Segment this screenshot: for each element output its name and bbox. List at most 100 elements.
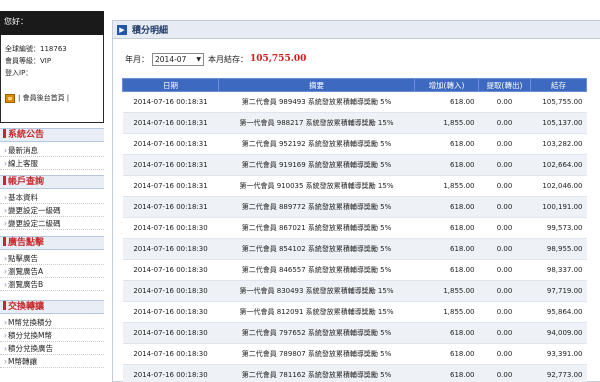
cell-balance: 98,955.00 — [530, 238, 587, 260]
cell-balance: 100,191.00 — [530, 196, 587, 218]
sidebar: 您好： 全球編號：118763 會員等級：VIP 登入IP： | 會員後台首頁 … — [0, 0, 104, 382]
cell-balance: 105,137.00 — [530, 112, 587, 134]
col-increase: 增加(轉入) — [414, 78, 479, 92]
cell-summary: 第二代會員 797652 系統發放累積輔導獎勵 5% — [218, 322, 415, 344]
section-title-announcements[interactable]: 系統公告 — [0, 128, 104, 142]
cell-balance: 99,573.00 — [530, 217, 587, 239]
menu-item-m-to-points[interactable]: M幣兌換積分 — [0, 316, 104, 329]
balance-value: 105,755.00 — [250, 54, 307, 64]
arrow-right-icon: ▶ — [117, 24, 127, 35]
cell-increase: 618.00 — [414, 133, 479, 155]
cell-date: 2014-07-16 00:18:30 — [122, 259, 219, 281]
cell-summary: 第二代會員 846557 系統發放累積輔導獎勵 5% — [218, 259, 415, 281]
app-root: 您好： 全球編號：118763 會員等級：VIP 登入IP： | 會員後台首頁 … — [0, 0, 600, 382]
cell-date: 2014-07-16 00:18:30 — [122, 322, 219, 344]
cell-increase: 618.00 — [414, 343, 479, 365]
filter-row: 年月： 2014-07 ▼ 本月結存： 105,755.00 — [125, 51, 306, 67]
cell-withdraw: 0.00 — [478, 112, 531, 134]
cell-balance: 93,391.00 — [530, 343, 587, 365]
cell-summary: 第二代會員 867021 系統發放累積輔導獎勵 5% — [218, 217, 415, 239]
cell-increase: 1,855.00 — [414, 301, 479, 323]
chevron-down-icon: ▼ — [196, 55, 201, 63]
cell-balance: 103,282.00 — [530, 133, 587, 155]
cell-summary: 第一代會員 812091 系統發放累積輔導獎勵 15% — [218, 301, 415, 323]
cell-date: 2014-07-16 00:18:30 — [122, 217, 219, 239]
desk-icon — [5, 93, 15, 103]
cell-balance: 92,773.00 — [530, 364, 587, 382]
balance-label: 本月結存： — [208, 54, 248, 64]
menu-item-code1[interactable]: 變更設定一級碼 — [0, 204, 104, 217]
backend-home-label: | 會員後台首頁 | — [18, 94, 70, 102]
cell-date: 2014-07-16 00:18:31 — [122, 196, 219, 218]
table-row: 2014-07-16 00:18:31 第二代會員 952192 系統發放累積輔導… — [122, 133, 587, 155]
table-row: 2014-07-16 00:18:30 第一代會員 812091 系統發放累積輔導… — [122, 301, 587, 323]
cell-withdraw: 0.00 — [478, 343, 531, 365]
table-row: 2014-07-16 00:18:30 第二代會員 781162 系統發放累積輔導… — [122, 364, 587, 382]
table-row: 2014-07-16 00:18:31 第一代會員 910035 系統發放累積輔導… — [122, 175, 587, 197]
menu-item-points-to-m[interactable]: 積分兌換M幣 — [0, 329, 104, 342]
cell-summary: 第二代會員 919169 系統發放累積輔導獎勵 5% — [218, 154, 415, 176]
cell-date: 2014-07-16 00:18:30 — [122, 280, 219, 302]
table-row: 2014-07-16 00:18:31 第二代會員 919169 系統發放累積輔導… — [122, 154, 587, 176]
cell-withdraw: 0.00 — [478, 175, 531, 197]
cell-summary: 第二代會員 952192 系統發放累積輔導獎勵 5% — [218, 133, 415, 155]
login-ip: 登入IP： — [5, 69, 33, 77]
cell-balance: 105,755.00 — [530, 91, 587, 113]
table-row: 2014-07-16 00:18:31 第二代會員 989493 系統發放累積輔導… — [122, 91, 587, 113]
cell-summary: 第二代會員 854102 系統發放累積輔導獎勵 5% — [218, 238, 415, 260]
cell-increase: 618.00 — [414, 259, 479, 281]
month-select[interactable]: 2014-07 ▼ — [152, 52, 204, 66]
cell-withdraw: 0.00 — [478, 238, 531, 260]
menu-item-browse-b[interactable]: 瀏覽廣告B — [0, 278, 104, 291]
year-month-label: 年月： — [125, 54, 149, 64]
menu-item-profile[interactable]: 基本資料 — [0, 191, 104, 204]
cell-withdraw: 0.00 — [478, 280, 531, 302]
cell-summary: 第一代會員 988217 系統發放累積輔導獎勵 15% — [218, 112, 415, 134]
cell-summary: 第一代會員 830493 系統發放累積輔導獎勵 15% — [218, 280, 415, 302]
col-summary: 摘要 — [218, 78, 415, 92]
cell-increase: 618.00 — [414, 364, 479, 382]
menu-item-news[interactable]: 最新消息 — [0, 144, 104, 157]
cell-balance: 94,009.00 — [530, 322, 587, 344]
cell-date: 2014-07-16 00:18:31 — [122, 175, 219, 197]
cell-withdraw: 0.00 — [478, 133, 531, 155]
month-select-value: 2014-07 — [155, 54, 187, 64]
menu-item-support[interactable]: 線上客服 — [0, 157, 104, 170]
cell-increase: 618.00 — [414, 91, 479, 113]
cell-date: 2014-07-16 00:18:30 — [122, 238, 219, 260]
greeting-bar: 您好： — [0, 11, 104, 35]
table-row: 2014-07-16 00:18:30 第一代會員 830493 系統發放累積輔導… — [122, 280, 587, 302]
cell-balance: 102,046.00 — [530, 175, 587, 197]
menu-item-browse-a[interactable]: 瀏覽廣告A — [0, 265, 104, 278]
cell-date: 2014-07-16 00:18:31 — [122, 133, 219, 155]
cell-withdraw: 0.00 — [478, 259, 531, 281]
section-title-account[interactable]: 帳戶查詢 — [0, 175, 104, 189]
member-level: 會員等級：VIP — [5, 57, 52, 65]
cell-increase: 618.00 — [414, 154, 479, 176]
cell-increase: 1,855.00 — [414, 175, 479, 197]
panel-title: 積分明細 — [132, 26, 169, 36]
table-row: 2014-07-16 00:18:30 第二代會員 789807 系統發放累積輔導… — [122, 343, 587, 365]
points-ledger-table: 日期 摘要 增加(轉入) 提取(轉出) 結存 2014-07-16 00:18:… — [122, 78, 587, 382]
menu-item-m-transfer[interactable]: M幣轉讓 — [0, 355, 104, 368]
cell-summary: 第二代會員 781162 系統發放累積輔導獎勵 5% — [218, 364, 415, 382]
menu-item-points-to-ads[interactable]: 積分兌換廣告 — [0, 342, 104, 355]
section-title-exchange[interactable]: 交換轉讓 — [0, 300, 104, 314]
backend-home-link[interactable]: | 會員後台首頁 | — [5, 91, 99, 105]
cell-date: 2014-07-16 00:18:31 — [122, 91, 219, 113]
col-balance: 結存 — [530, 78, 587, 92]
table-row: 2014-07-16 00:18:30 第二代會員 846557 系統發放累積輔導… — [122, 259, 587, 281]
section-title-ads[interactable]: 廣告點擊 — [0, 236, 104, 250]
cell-withdraw: 0.00 — [478, 364, 531, 382]
table-row: 2014-07-16 00:18:31 第二代會員 889772 系統發放累積輔導… — [122, 196, 587, 218]
menu-item-code2[interactable]: 變更設定二級碼 — [0, 217, 104, 230]
cell-balance: 97,719.00 — [530, 280, 587, 302]
points-panel: ▶ 積分明細 年月： 2014-07 ▼ 本月結存： 105,755.00 日期… — [112, 20, 600, 382]
menu-item-click-ads[interactable]: 點擊廣告 — [0, 252, 104, 265]
cell-increase: 1,855.00 — [414, 280, 479, 302]
cell-increase: 618.00 — [414, 217, 479, 239]
cell-summary: 第二代會員 789807 系統發放累積輔導獎勵 5% — [218, 343, 415, 365]
table-row: 2014-07-16 00:18:30 第二代會員 867021 系統發放累積輔導… — [122, 217, 587, 239]
table-row: 2014-07-16 00:18:30 第二代會員 854102 系統發放累積輔導… — [122, 238, 587, 260]
cell-increase: 618.00 — [414, 196, 479, 218]
